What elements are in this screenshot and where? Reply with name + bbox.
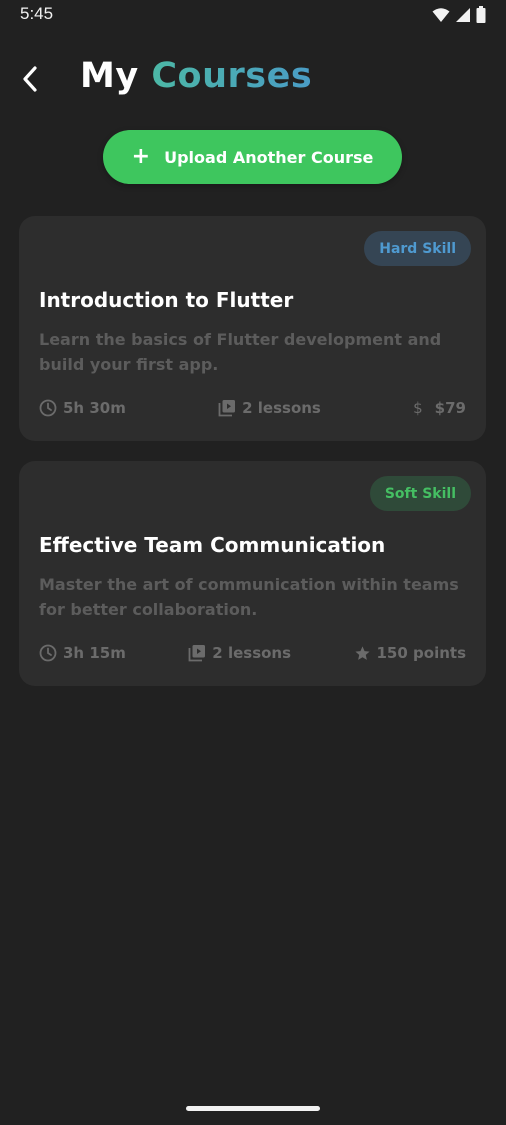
- course-lessons: 2 lessons: [218, 399, 321, 417]
- course-duration: 5h 30m: [39, 399, 126, 417]
- battery-icon: [476, 6, 486, 23]
- course-title: Effective Team Communication: [39, 533, 386, 557]
- course-lessons: 2 lessons: [188, 644, 291, 662]
- upload-course-label: Upload Another Course: [164, 147, 374, 167]
- status-bar: 5:45: [0, 0, 506, 30]
- skill-badge: Hard Skill: [364, 231, 471, 266]
- course-description: Master the art of communication within t…: [39, 575, 459, 619]
- star-icon: [354, 645, 370, 660]
- back-button[interactable]: [14, 60, 46, 98]
- course-duration: 3h 15m: [39, 644, 126, 662]
- plus-icon: +: [131, 144, 151, 169]
- page-title: My Courses: [80, 56, 312, 96]
- dollar-icon: $: [413, 399, 423, 417]
- skill-badge: Soft Skill: [369, 476, 471, 511]
- course-description: Learn the basics of Flutter development …: [39, 330, 442, 374]
- video-library-icon: [218, 400, 236, 417]
- status-icons: [432, 6, 486, 23]
- lessons-text: 2 lessons: [242, 399, 321, 417]
- price-text: $79: [434, 399, 466, 417]
- course-points: 150 points: [354, 644, 467, 662]
- page-title-highlight: Courses: [151, 56, 313, 96]
- clock-icon: [39, 644, 57, 662]
- lessons-text: 2 lessons: [212, 644, 292, 662]
- upload-course-button[interactable]: + Upload Another Course: [103, 130, 402, 184]
- page-title-prefix: My: [80, 56, 139, 96]
- duration-text: 5h 30m: [63, 399, 126, 417]
- my-courses-screen: 5:45 My Courses + Upload Another Course …: [0, 0, 506, 1125]
- clock-icon: [39, 399, 57, 417]
- course-meta-row: 3h 15m 2 lessons 150 points: [39, 641, 466, 665]
- status-time: 5:45: [20, 4, 54, 23]
- course-card[interactable]: Soft Skill Effective Team Communication …: [19, 461, 486, 686]
- back-arrow-icon: [23, 66, 37, 92]
- wifi-icon: [432, 7, 450, 22]
- video-library-icon: [188, 645, 206, 662]
- course-price: $ $79: [413, 399, 466, 417]
- home-indicator[interactable]: [186, 1106, 320, 1111]
- cell-signal-icon: [456, 7, 470, 22]
- course-title: Introduction to Flutter: [39, 288, 294, 312]
- course-card[interactable]: Hard Skill Introduction to Flutter Learn…: [19, 216, 486, 441]
- points-text: 150 points: [376, 644, 467, 662]
- course-meta-row: 5h 30m 2 lessons $ $79: [39, 396, 466, 420]
- duration-text: 3h 15m: [63, 644, 126, 662]
